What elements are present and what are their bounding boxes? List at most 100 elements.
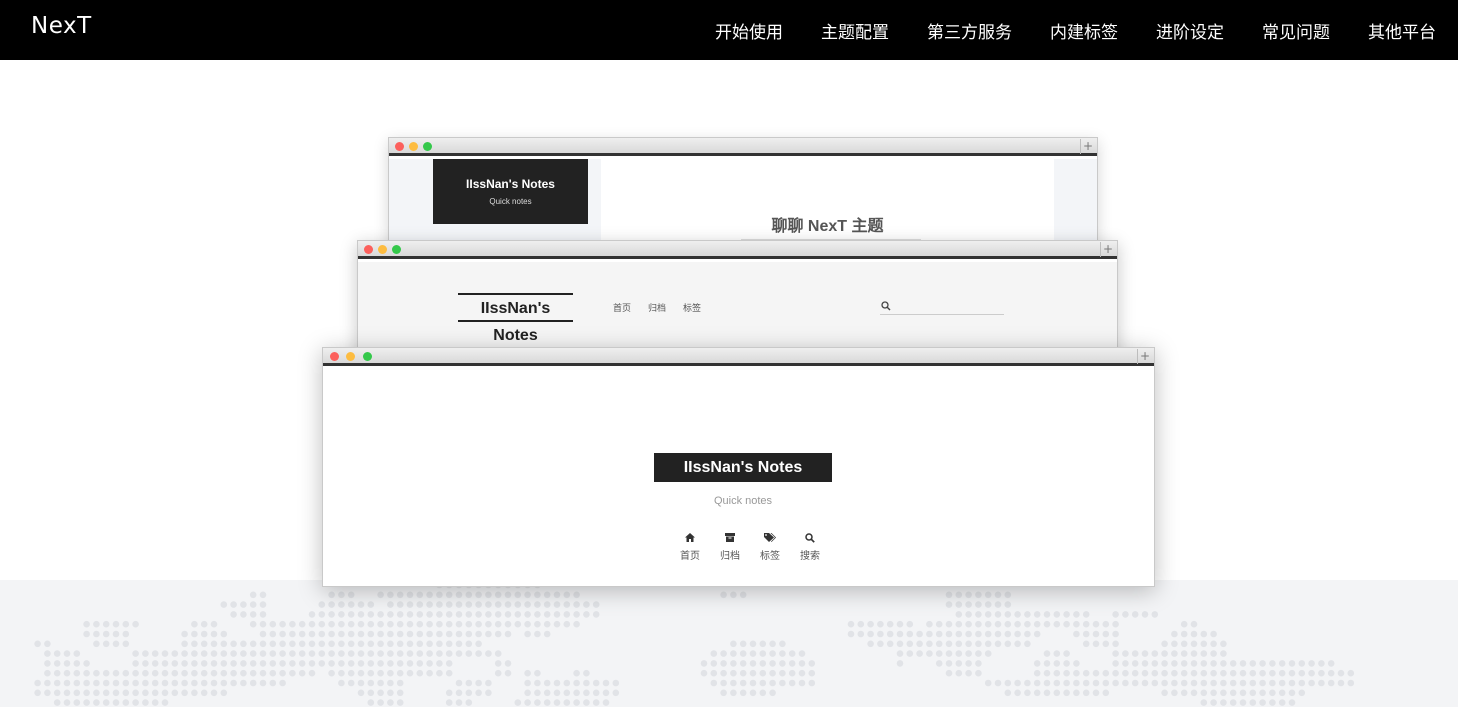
map-dot — [1210, 660, 1217, 667]
map-dot — [151, 650, 159, 657]
map-dot — [1004, 689, 1012, 697]
map-dot — [1033, 611, 1041, 618]
map-dot — [1151, 679, 1159, 687]
map-dot — [200, 660, 208, 667]
map-dot — [73, 650, 81, 657]
map-dot — [485, 650, 492, 657]
site-search-box — [880, 300, 1004, 315]
map-dot — [1298, 660, 1306, 667]
map-dot — [357, 669, 365, 677]
menu-item-archives: 归档 — [648, 304, 667, 314]
map-dot — [416, 620, 424, 628]
map-dot — [1171, 669, 1178, 677]
map-dot — [102, 620, 110, 628]
map-dot — [475, 689, 482, 697]
map-dot — [984, 601, 992, 608]
map-dot — [171, 669, 179, 677]
map-dot — [1200, 669, 1208, 677]
map-dot — [906, 650, 914, 657]
map-dot — [1190, 630, 1198, 638]
map-dot — [573, 669, 580, 677]
map-dot — [426, 630, 433, 638]
map-dot — [93, 689, 100, 697]
map-dot — [269, 669, 277, 677]
map-dot — [1092, 630, 1100, 638]
map-dot — [1318, 669, 1325, 677]
map-dot — [191, 640, 198, 648]
map-dot — [396, 620, 404, 628]
map-dot — [994, 611, 1002, 618]
map-dot — [347, 601, 355, 608]
map-dot — [465, 640, 473, 648]
map-dot — [465, 620, 473, 628]
map-dot — [1229, 660, 1237, 667]
map-dot — [132, 660, 139, 667]
map-dot — [151, 699, 159, 706]
map-dot — [122, 699, 130, 706]
map-dot — [191, 630, 198, 638]
map-dot — [720, 660, 727, 667]
map-dot — [249, 620, 257, 628]
map-dot — [240, 611, 247, 618]
map-dot — [573, 601, 580, 608]
map-dot — [1112, 630, 1119, 638]
map-dot — [1347, 679, 1355, 687]
map-dot — [1180, 660, 1188, 667]
new-tab-plus-icon: + — [1137, 349, 1152, 364]
map-dot — [994, 620, 1002, 628]
nav-other-platforms[interactable]: 其他平台 — [1368, 18, 1436, 43]
map-dot — [1033, 679, 1041, 687]
map-dot — [308, 620, 316, 628]
map-dot — [83, 689, 90, 697]
map-dot — [249, 669, 257, 677]
map-dot — [377, 679, 384, 687]
menu-item-archives: 归档 — [710, 533, 750, 562]
nav-faqs[interactable]: 常见问题 — [1262, 18, 1330, 43]
map-dot — [1082, 669, 1090, 677]
map-dot — [230, 660, 237, 667]
map-dot — [1102, 679, 1110, 687]
nav-theme-settings[interactable]: 主题配置 — [821, 18, 889, 43]
map-dot — [132, 689, 139, 697]
map-dot — [1151, 669, 1159, 677]
map-dot — [1004, 620, 1012, 628]
map-dot — [1082, 630, 1090, 638]
nav-third-party-services[interactable]: 第三方服务 — [927, 18, 1012, 43]
map-dot — [171, 660, 179, 667]
map-dot — [730, 689, 737, 697]
map-dot — [1269, 669, 1276, 677]
map-dot — [406, 601, 414, 608]
map-dot — [739, 660, 747, 667]
map-dot — [759, 660, 767, 667]
brand-logo[interactable]: NexT — [31, 13, 92, 39]
map-dot — [83, 669, 90, 677]
map-dot — [34, 689, 41, 697]
map-dot — [1180, 630, 1188, 638]
map-dot — [347, 640, 355, 648]
map-dot — [249, 660, 257, 667]
map-dot — [514, 699, 522, 706]
map-dot — [210, 689, 218, 697]
map-dot — [1327, 679, 1335, 687]
nav-getting-started[interactable]: 开始使用 — [715, 18, 783, 43]
map-dot — [475, 679, 482, 687]
window-titlebar: + — [323, 348, 1154, 366]
map-dot — [279, 669, 286, 677]
map-dot — [191, 689, 198, 697]
nav-advanced-settings[interactable]: 进阶设定 — [1156, 18, 1224, 43]
map-dot — [396, 660, 404, 667]
world-map-dots — [34, 581, 1355, 706]
map-dot — [1239, 689, 1247, 697]
map-dot — [788, 660, 796, 667]
map-dot — [749, 669, 757, 677]
nav-tag-plugins[interactable]: 内建标签 — [1050, 18, 1118, 43]
map-dot — [426, 660, 433, 667]
archive-icon — [710, 533, 750, 546]
map-dot — [308, 669, 316, 677]
map-dot — [338, 640, 345, 648]
map-dot — [1161, 669, 1168, 677]
map-dot — [1102, 640, 1110, 648]
map-dot — [534, 611, 541, 618]
map-dot — [289, 650, 296, 657]
map-dot — [485, 679, 492, 687]
